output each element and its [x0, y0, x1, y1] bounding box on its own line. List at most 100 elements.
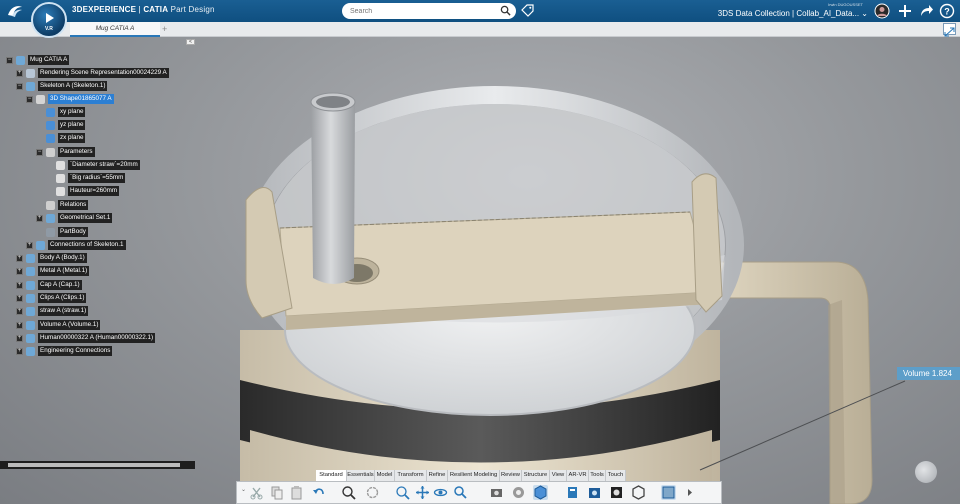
tree-node[interactable]: Relations — [0, 200, 200, 211]
tree-node-label[interactable]: Geometrical Set.1 — [58, 213, 113, 223]
action-tab[interactable]: Transform — [395, 470, 427, 481]
sensor-icon[interactable] — [587, 485, 602, 500]
action-tab[interactable]: View — [550, 470, 567, 481]
expand-toggle-icon[interactable]: + — [16, 295, 23, 302]
tree-node[interactable]: zx plane — [0, 133, 200, 144]
collapse-toggle-icon[interactable]: − — [36, 149, 43, 156]
tree-node[interactable]: + Volume A (Volume.1) — [0, 320, 200, 331]
tree-node-label[interactable]: Parameters — [58, 147, 95, 157]
tree-collapse-button[interactable]: < — [186, 39, 195, 45]
fit-all-button[interactable] — [943, 23, 956, 37]
action-tab[interactable]: Essentials — [347, 470, 375, 481]
search-3d-icon[interactable] — [453, 485, 468, 500]
search-box[interactable] — [342, 3, 516, 19]
rotate-icon[interactable] — [433, 485, 448, 500]
tree-node[interactable]: − Mug CATIA A — [0, 55, 200, 66]
expand-toggle-icon[interactable]: + — [16, 255, 23, 262]
tree-horizontal-scrollbar[interactable] — [0, 461, 195, 469]
action-tab[interactable]: Touch — [606, 470, 626, 481]
expand-toggle-icon[interactable]: + — [36, 215, 43, 222]
tree-node-label[interactable]: Skeleton A (Skeleton.1) — [38, 81, 108, 91]
render-style-icon[interactable] — [533, 485, 548, 500]
collab-space-selector[interactable]: 3DS Data Collection | Collab_AI_Data... … — [718, 9, 868, 18]
tree-node-label[interactable]: Connections of Skeleton.1 — [48, 240, 126, 250]
material-icon[interactable] — [609, 485, 624, 500]
paste-icon[interactable] — [289, 485, 304, 500]
expand-toggle-icon[interactable]: + — [16, 308, 23, 315]
avatar[interactable] — [874, 3, 890, 19]
add-tab-button[interactable]: + — [162, 22, 167, 36]
tree-node-label[interactable]: Metal A (Metal.1) — [38, 266, 90, 276]
expand-toggle-icon[interactable]: + — [16, 70, 23, 77]
tree-node-label[interactable]: yz plane — [58, 120, 86, 130]
compass-icon[interactable]: V.R — [31, 2, 67, 38]
tree-node[interactable]: + Rendering Scene Representation00024229 … — [0, 68, 200, 79]
view-mode-icon[interactable] — [511, 485, 526, 500]
compass-view-icon[interactable] — [661, 485, 676, 500]
tree-node-label[interactable]: Mug CATIA A — [28, 55, 70, 65]
tree-node-label[interactable]: Rendering Scene Representation00024229 A — [38, 68, 169, 78]
action-tab[interactable]: Standard — [316, 470, 347, 481]
tree-node[interactable]: yz plane — [0, 120, 200, 131]
tree-node[interactable]: `Diameter straw`=20mm — [0, 160, 200, 171]
update-icon[interactable] — [365, 485, 380, 500]
tree-node[interactable]: + Human00000322 A (Human00000322.1) — [0, 333, 200, 344]
tree-node[interactable]: + Metal A (Metal.1) — [0, 266, 200, 277]
action-tab[interactable]: Refine — [427, 470, 448, 481]
tree-node-label[interactable]: Clips A (Clips.1) — [38, 293, 87, 303]
help-icon[interactable]: ? — [939, 3, 955, 19]
undo-icon[interactable] — [311, 485, 326, 500]
collapse-toggle-icon[interactable]: − — [6, 57, 13, 64]
view-triad-icon[interactable] — [915, 461, 937, 483]
tree-node-label[interactable]: `Diameter straw`=20mm — [68, 160, 140, 170]
toolbar-grip-icon[interactable]: ⌄ — [241, 486, 246, 493]
tree-node-label[interactable]: Relations — [58, 200, 89, 210]
add-icon[interactable] — [897, 3, 913, 19]
tree-node[interactable]: + Body A (Body.1) — [0, 253, 200, 264]
tree-node[interactable]: − Skeleton A (Skeleton.1) — [0, 81, 200, 92]
pan-icon[interactable] — [415, 485, 430, 500]
expand-toggle-icon[interactable]: + — [16, 268, 23, 275]
collapse-toggle-icon[interactable]: − — [16, 83, 23, 90]
tree-node-label[interactable]: zx plane — [58, 133, 86, 143]
action-tab[interactable]: Model — [375, 470, 395, 481]
measure-icon[interactable] — [565, 485, 580, 500]
cut-icon[interactable] — [249, 485, 264, 500]
search-input[interactable] — [350, 5, 500, 17]
tree-node-label[interactable]: `Big radius`=55mm — [68, 173, 126, 183]
action-tab[interactable]: Review — [500, 470, 522, 481]
tag-icon[interactable] — [521, 4, 534, 17]
capture-icon[interactable] — [489, 485, 504, 500]
expand-toggle-icon[interactable]: + — [16, 348, 23, 355]
hide-icon[interactable] — [631, 485, 646, 500]
tab-mug-catia[interactable]: Mug CATIA A — [70, 22, 160, 37]
tree-node[interactable]: Hauteur=260mm — [0, 186, 200, 197]
tree-node[interactable]: + Connections of Skeleton.1 — [0, 240, 200, 251]
tree-node[interactable]: PartBody — [0, 227, 200, 238]
tree-node-label[interactable]: Body A (Body.1) — [38, 253, 87, 263]
tree-node-label[interactable]: Human00000322 A (Human00000322.1) — [38, 333, 156, 343]
collapse-toggle-icon[interactable]: − — [26, 96, 33, 103]
tree-node-label[interactable]: Volume A (Volume.1) — [38, 320, 101, 330]
tree-node[interactable]: − Parameters — [0, 147, 200, 158]
expand-toggle-icon[interactable]: + — [16, 282, 23, 289]
tree-node-label[interactable]: Cap A (Cap.1) — [38, 280, 82, 290]
volume-annotation[interactable]: Volume 1.824 — [897, 367, 960, 380]
dassault-logo-icon[interactable] — [6, 3, 24, 19]
search-icon[interactable] — [500, 5, 511, 16]
tree-node[interactable]: + Geometrical Set.1 — [0, 213, 200, 224]
tree-node-label[interactable]: PartBody — [58, 227, 88, 237]
tree-node[interactable]: + straw A (straw.1) — [0, 306, 200, 317]
expand-toggle-icon[interactable]: + — [16, 322, 23, 329]
expand-toggle-icon[interactable]: + — [16, 335, 23, 342]
tree-node-label[interactable]: straw A (straw.1) — [38, 306, 89, 316]
tree-node-label[interactable]: Hauteur=260mm — [68, 186, 120, 196]
expand-toggle-icon[interactable]: + — [26, 242, 33, 249]
tree-node[interactable]: + Engineering Connections — [0, 346, 200, 357]
scrollbar-thumb[interactable] — [8, 463, 180, 467]
tree-node[interactable]: + Cap A (Cap.1) — [0, 280, 200, 291]
zoom-fit-icon[interactable] — [341, 485, 356, 500]
tree-node-label[interactable]: xy plane — [58, 107, 86, 117]
action-tab[interactable]: Tools — [589, 470, 606, 481]
tree-node-label[interactable]: Engineering Connections — [38, 346, 113, 356]
